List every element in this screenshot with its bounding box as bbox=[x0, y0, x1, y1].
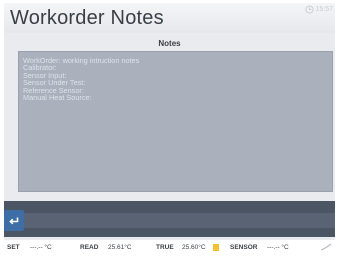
clock: 15:57 bbox=[305, 5, 333, 14]
read-value: 25.61°C bbox=[108, 244, 132, 251]
note-line: Calibrator: bbox=[23, 63, 57, 73]
back-arrow-icon bbox=[9, 217, 19, 224]
note-line: Manual Heat Source: bbox=[23, 93, 92, 103]
back-button[interactable] bbox=[4, 210, 24, 231]
notes-text-area[interactable]: WorkOrder: working intruction notes Cali… bbox=[18, 51, 333, 192]
clock-icon bbox=[305, 5, 315, 14]
notes-header: Notes bbox=[158, 39, 181, 48]
sensor-value: ---.-- °C bbox=[267, 244, 289, 251]
true-value: 25.60°C bbox=[182, 244, 206, 251]
app-screen: Workorder Notes 15:57 Notes WorkOrder: w… bbox=[4, 3, 335, 255]
title-bar: Workorder Notes 15:57 bbox=[4, 3, 335, 33]
swipe-icon[interactable] bbox=[320, 242, 332, 252]
sensor-label: SENSOR bbox=[230, 244, 258, 251]
status-bar: SET ---.-- °C READ 25.61°C TRUE 25.60°C … bbox=[4, 240, 335, 255]
toolbar-strip bbox=[24, 213, 335, 228]
set-value: ---.-- °C bbox=[30, 244, 52, 251]
true-label: TRUE bbox=[156, 244, 174, 251]
notes-content: WorkOrder: working intruction notes Cali… bbox=[19, 52, 332, 106]
read-label: READ bbox=[80, 244, 99, 251]
set-label: SET bbox=[7, 244, 20, 251]
true-status-indicator bbox=[213, 244, 219, 251]
clock-time: 15:57 bbox=[315, 6, 333, 13]
page-title: Workorder Notes bbox=[10, 7, 164, 29]
note-line: WorkOrder: working intruction notes bbox=[23, 56, 140, 65]
